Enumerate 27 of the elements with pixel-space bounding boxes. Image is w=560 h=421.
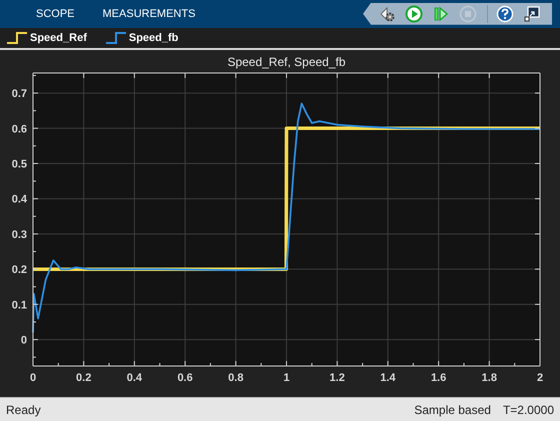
y-tick-label: 0.5 [12, 158, 27, 171]
x-tick-label: 1 [283, 372, 290, 384]
y-tick-label: 0 [20, 334, 27, 347]
y-tick-label: 0.7 [12, 88, 27, 100]
y-tick-label: 0.6 [12, 124, 27, 136]
status-text: Ready [6, 402, 41, 417]
x-tick-label: 1.8 [482, 372, 497, 384]
x-tick-label: 0.6 [177, 372, 193, 384]
x-tick-label: 1.6 [430, 372, 446, 384]
x-tick-label: 0.2 [76, 372, 92, 384]
plot-title: Speed_Ref, Speed_fb [227, 55, 346, 70]
x-tick-label: 0.8 [228, 372, 244, 384]
legend-label[interactable]: Speed_Ref [30, 32, 87, 44]
y-tick-label: 0.4 [12, 194, 27, 206]
y-tick-label: 0.2 [12, 264, 27, 276]
toolstrip-tab[interactable]: MEASUREMENTS [102, 4, 196, 24]
x-tick-label: 0 [30, 372, 36, 384]
sample-mode-text: Sample based [414, 402, 491, 417]
time-text: T=2.0000 [502, 402, 554, 417]
x-tick-label: 1.2 [330, 372, 345, 384]
legend-label[interactable]: Speed_fb [128, 32, 178, 44]
y-tick-label: 0.1 [12, 300, 27, 312]
x-tick-label: 1.4 [380, 372, 396, 384]
x-tick-label: 0.4 [126, 372, 142, 384]
toolstrip-tab[interactable]: SCOPE [36, 4, 75, 24]
x-tick-label: 2 [536, 372, 544, 384]
y-tick-label: 0.3 [12, 229, 27, 242]
